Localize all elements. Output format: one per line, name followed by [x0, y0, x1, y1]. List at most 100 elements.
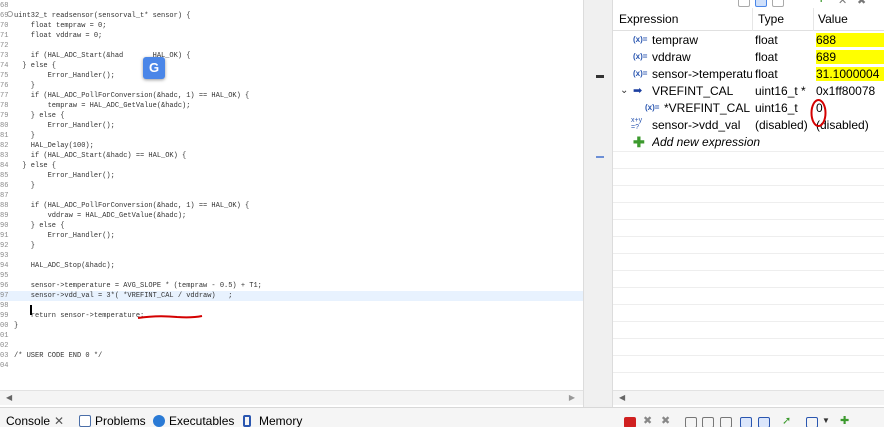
tab-executables[interactable]: Executables	[169, 414, 234, 427]
code-line[interactable]: 79 } else {	[0, 111, 583, 121]
scroll-left-icon[interactable]: ◀	[619, 393, 625, 402]
line-number: 92	[0, 242, 9, 250]
code-line[interactable]: 94 HAL_ADC_Stop(&hadc);	[0, 261, 583, 271]
show-type-icon[interactable]	[755, 0, 767, 7]
code-line[interactable]: 80 Error_Handler();	[0, 121, 583, 131]
code-line[interactable]: 99 return sensor->temperature;	[0, 311, 583, 321]
expression-row[interactable]: (x)= sensor->temperatu float 31.1000004	[613, 66, 884, 83]
minimize-icon[interactable]	[596, 75, 604, 78]
remove-all-terminated-icon[interactable]: ✖	[661, 414, 673, 427]
pane-divider[interactable]	[583, 0, 613, 407]
fold-toggle-icon[interactable]	[7, 11, 13, 17]
code-line[interactable]: 82 HAL_Delay(100);	[0, 141, 583, 151]
code-line[interactable]: 81 }	[0, 131, 583, 141]
pin-console-icon[interactable]	[740, 417, 752, 427]
editor-horizontal-scrollbar[interactable]: ◀ ▶	[0, 390, 583, 405]
code-line[interactable]: 90 } else {	[0, 221, 583, 231]
open-console-icon[interactable]: ➚	[782, 414, 794, 427]
expression-row[interactable]: (x)= *VREFINT_CAL uint16_t 0	[613, 100, 884, 117]
column-separator[interactable]	[752, 8, 753, 31]
remove-all-icon[interactable]: ✖	[857, 0, 869, 7]
expression-value[interactable]: 688	[816, 33, 884, 47]
expression-value[interactable]: 0x1ff80078	[816, 84, 884, 98]
add-expression-row[interactable]: ✚ Add new expression	[613, 134, 884, 151]
display-console-icon[interactable]	[758, 417, 770, 427]
code-line[interactable]: 04	[0, 361, 583, 371]
code-text: if (HAL_ADC_Start(&hadc) == HAL_OK) {	[14, 152, 187, 160]
code-line[interactable]: 95	[0, 271, 583, 281]
code-line[interactable]: 84 } else {	[0, 161, 583, 171]
scroll-lock-icon[interactable]	[685, 417, 697, 427]
code-line[interactable]: 88 if (HAL_ADC_PollForConversion(&hadc, …	[0, 201, 583, 211]
translate-icon[interactable]: G	[143, 57, 165, 79]
code-line[interactable]: 74 } else {	[0, 61, 583, 71]
code-line[interactable]: 72	[0, 41, 583, 51]
expression-type: float	[755, 33, 778, 47]
scroll-right-icon[interactable]: ▶	[569, 393, 575, 402]
word-wrap-icon[interactable]	[702, 417, 714, 427]
expression-row[interactable]: (x)= tempraw float 688	[613, 32, 884, 49]
code-area[interactable]: 68 69 uint32_t readsensor(sensorval_t* sen…	[0, 0, 583, 390]
new-console-icon[interactable]: ✚	[840, 414, 852, 427]
code-line[interactable]: 01	[0, 331, 583, 341]
code-line[interactable]: 71 float vddraw = 0;	[0, 31, 583, 41]
line-number: 03	[0, 352, 9, 360]
translate-icon-label: G	[148, 60, 160, 75]
annotation-underline	[137, 315, 203, 319]
layout-icon[interactable]	[772, 0, 784, 7]
chevron-down-icon[interactable]: ▼	[822, 416, 834, 427]
code-line[interactable]: 75 Error_Handler();	[0, 71, 583, 81]
code-line[interactable]: 98	[0, 301, 583, 311]
code-line[interactable]: 93	[0, 251, 583, 261]
code-line[interactable]: 03 /* USER CODE END 0 */	[0, 351, 583, 361]
expression-value[interactable]: 689	[816, 50, 884, 64]
expression-row[interactable]: x+y =? sensor->vdd_val (disabled) (disabled)	[613, 117, 884, 134]
code-line[interactable]: 92 }	[0, 241, 583, 251]
tab-problems[interactable]: Problems	[95, 414, 146, 427]
code-line[interactable]: 83 if (HAL_ADC_Start(&hadc) == HAL_OK) {	[0, 151, 583, 161]
column-type[interactable]: Type	[758, 12, 784, 26]
row-divider	[613, 270, 884, 271]
code-line[interactable]: 00}	[0, 321, 583, 331]
remove-icon[interactable]: ✕	[838, 0, 850, 7]
code-line[interactable]: 02	[0, 341, 583, 351]
pointer-icon: ➡	[633, 85, 643, 97]
code-line[interactable]: 69 uint32_t readsensor(sensorval_t* senso…	[0, 11, 583, 21]
code-line[interactable]: 68	[0, 1, 583, 11]
add-expression-icon[interactable]: +	[818, 0, 830, 6]
tab-memory[interactable]: Memory	[259, 414, 302, 427]
expressions-view[interactable]: + ✕ ✖ Expression Type Value (x)= tempraw f…	[613, 0, 884, 407]
column-separator[interactable]	[813, 8, 814, 31]
scroll-left-icon[interactable]: ◀	[6, 393, 12, 402]
code-line[interactable]: 87	[0, 191, 583, 201]
expand-toggle-icon[interactable]: ⌄	[620, 85, 628, 96]
code-line[interactable]: 96 sensor->temperature = AVG_SLOPE * (te…	[0, 281, 583, 291]
collapse-all-icon[interactable]	[738, 0, 750, 7]
code-line[interactable]: 89 vddraw = HAL_ADC_GetValue(&hadc);	[0, 211, 583, 221]
show-on-output-icon[interactable]	[720, 417, 732, 427]
code-line[interactable]: 73 if (HAL_ADC_Start(&had HAL_OK) {	[0, 51, 583, 61]
expression-value[interactable]: 31.1000004	[816, 67, 884, 81]
maximize-icon[interactable]	[596, 156, 604, 158]
code-line[interactable]: 78 tempraw = HAL_ADC_GetValue(&hadc);	[0, 101, 583, 111]
column-value[interactable]: Value	[818, 12, 848, 26]
expression-row[interactable]: (x)= vddraw float 689	[613, 49, 884, 66]
console-menu-icon[interactable]	[806, 417, 818, 427]
code-line[interactable]: 77 if (HAL_ADC_PollForConversion(&hadc, …	[0, 91, 583, 101]
code-line[interactable]: 97 sensor->vdd_val = 3*( *VREFINT_CAL / …	[0, 291, 583, 301]
terminate-icon[interactable]	[624, 417, 636, 427]
remove-launch-icon[interactable]: ✖	[643, 414, 655, 427]
code-line[interactable]: 85 Error_Handler();	[0, 171, 583, 181]
column-expression[interactable]: Expression	[619, 12, 678, 26]
code-line[interactable]: 76 }	[0, 81, 583, 91]
code-line[interactable]: 91 Error_Handler();	[0, 231, 583, 241]
line-number: 73	[0, 52, 9, 60]
expressions-horizontal-scrollbar[interactable]: ◀	[613, 390, 884, 405]
code-line[interactable]: 86 }	[0, 181, 583, 191]
expression-row[interactable]: ⌄ ➡ VREFINT_CAL uint16_t * 0x1ff80078	[613, 83, 884, 100]
tab-console[interactable]: Console ✕	[6, 414, 64, 427]
code-line[interactable]: 70 float tempraw = 0;	[0, 21, 583, 31]
close-icon[interactable]: ✕	[54, 414, 64, 427]
line-number: 89	[0, 212, 9, 220]
code-editor[interactable]: 68 69 uint32_t readsensor(sensorval_t* sen…	[0, 0, 583, 407]
